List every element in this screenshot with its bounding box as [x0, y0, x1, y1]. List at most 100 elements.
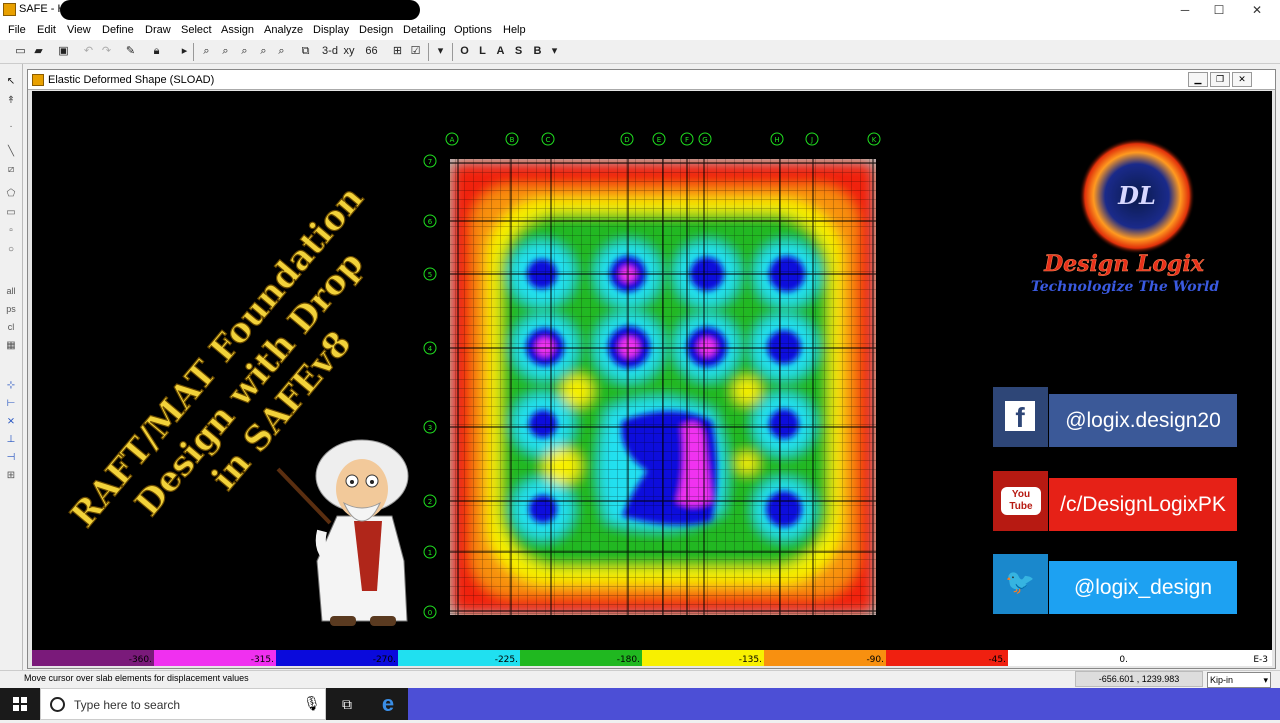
svg-text:3: 3 [428, 424, 432, 432]
draw-rect-icon[interactable]: ▭ [3, 205, 19, 220]
grid-bubble-row-4[interactable]: 4 [423, 341, 437, 355]
run-analysis-icon[interactable]: ▸ [176, 43, 193, 60]
menu-file[interactable]: File [8, 24, 26, 36]
grid-bubble-row-5[interactable]: 5 [423, 267, 437, 281]
select-grid-icon[interactable]: ▦ [3, 338, 19, 353]
grid-bubble-col-j[interactable]: J [805, 132, 819, 146]
snap-perpendicular-icon[interactable]: ⊥ [3, 432, 19, 447]
grid-bubble-col-k[interactable]: K [867, 132, 881, 146]
grid-bubble-row-2[interactable]: 2 [423, 494, 437, 508]
menu-design[interactable]: Design [359, 24, 393, 36]
grid-bubble-row-0[interactable]: 0 [423, 605, 437, 619]
edit-pencil-icon[interactable]: ✎ [122, 43, 139, 60]
menu-display[interactable]: Display [313, 24, 349, 36]
draw-beam-icon[interactable]: ⧄ [3, 162, 19, 177]
pointer-icon[interactable]: ↖ [3, 74, 19, 89]
select-all-icon[interactable]: all [3, 284, 19, 299]
menu-select[interactable]: Select [181, 24, 212, 36]
grid-bubble-row-7[interactable]: 7 [423, 154, 437, 168]
units-dropdown[interactable]: Kip-in ▾ [1207, 672, 1271, 688]
draw-area-icon[interactable]: ⬠ [3, 186, 19, 201]
draw-point-icon[interactable]: · [3, 119, 19, 134]
start-button[interactable] [0, 688, 40, 720]
pan-icon[interactable]: ⌕ [273, 43, 290, 60]
menu-help[interactable]: Help [503, 24, 526, 36]
search-icon [50, 697, 65, 712]
twitter-badge[interactable]: 🐦 @logix_design [993, 554, 1238, 614]
minimize-button[interactable]: ─ [1166, 0, 1204, 20]
check-icon[interactable]: ☑ [407, 43, 424, 60]
zoom-window-icon[interactable]: ⌕ [198, 43, 215, 60]
grid-bubble-col-b[interactable]: B [505, 132, 519, 146]
open-folder-icon[interactable]: ▰ [30, 43, 47, 60]
grid-bubble-col-g[interactable]: G [698, 132, 712, 146]
snap-points-icon[interactable]: ⊹ [3, 378, 19, 393]
subwindow-close-button[interactable]: ✕ [1232, 72, 1252, 87]
dropdown-arrow-icon[interactable]: ▾ [432, 43, 449, 60]
refresh-view-icon[interactable]: ⧉ [297, 43, 314, 60]
close-button[interactable]: ✕ [1238, 0, 1276, 20]
clear-selection-icon[interactable]: cl [3, 320, 19, 335]
grid-bubble-row-1[interactable]: 1 [423, 545, 437, 559]
new-file-icon[interactable]: ▭ [12, 43, 29, 60]
search-placeholder: Type here to search [74, 698, 181, 712]
save-icon[interactable]: ▣ [55, 43, 72, 60]
menu-assign[interactable]: Assign [221, 24, 254, 36]
taskbar-search-box[interactable]: Type here to search 🎙︎ [40, 688, 326, 720]
maximize-button[interactable]: ☐ [1200, 0, 1238, 20]
redo-icon[interactable]: ↷ [98, 43, 115, 60]
legend-tick-label: -180. [617, 655, 640, 665]
zoom-out-icon[interactable]: ⌕ [236, 43, 253, 60]
reshape-icon[interactable]: ↟ [3, 93, 19, 108]
youtube-badge[interactable]: You Tube /c/DesignLogixPK [993, 471, 1238, 531]
draw-circle-icon[interactable]: ○ [3, 242, 19, 257]
lock-icon[interactable]: 🔒︎ [148, 43, 165, 60]
grid-bubble-col-f[interactable]: F [680, 132, 694, 146]
zoom-previous-icon[interactable]: ⌕ [255, 43, 272, 60]
menu-options[interactable]: Options [454, 24, 492, 36]
menu-analyze[interactable]: Analyze [264, 24, 303, 36]
svg-text:K: K [872, 136, 877, 144]
model-canvas[interactable]: A B C D E F G H J K 7 6 5 4 3 2 1 0 RAFT… [32, 91, 1272, 651]
design-b-button[interactable]: B [529, 43, 546, 60]
menu-define[interactable]: Define [102, 24, 134, 36]
snap-fine-grid-icon[interactable]: ⊞ [3, 468, 19, 483]
design-s-button[interactable]: S [510, 43, 527, 60]
grid-bubble-col-h[interactable]: H [770, 132, 784, 146]
design-l-button[interactable]: L [474, 43, 491, 60]
youtube-handle: /c/DesignLogixPK [1049, 478, 1237, 531]
menu-edit[interactable]: Edit [37, 24, 56, 36]
grid-bubble-row-6[interactable]: 6 [423, 214, 437, 228]
menu-view[interactable]: View [67, 24, 91, 36]
subwindow-restore-button[interactable]: ❐ [1210, 72, 1230, 87]
svg-text:4: 4 [428, 345, 433, 353]
snap-lines-icon[interactable]: ⊣ [3, 450, 19, 465]
menu-detailing[interactable]: Detailing [403, 24, 446, 36]
contour-field [450, 159, 876, 615]
grid-bubble-col-a[interactable]: A [445, 132, 459, 146]
grid-bubble-col-e[interactable]: E [652, 132, 666, 146]
draw-slab-icon[interactable]: ▫ [3, 223, 19, 238]
view-xy-button[interactable]: xy [341, 43, 357, 60]
select-previous-icon[interactable]: ps [3, 302, 19, 317]
zoom-in-icon[interactable]: ⌕ [217, 43, 234, 60]
grid-bubble-row-3[interactable]: 3 [423, 420, 437, 434]
facebook-badge[interactable]: f @logix.design20 [993, 387, 1238, 447]
design-a-button[interactable]: A [492, 43, 509, 60]
grid-bubble-col-c[interactable]: C [541, 132, 555, 146]
object-shrink-icon[interactable]: ⊞ [389, 43, 406, 60]
more-dropdown-icon[interactable]: ▾ [546, 43, 563, 60]
menu-draw[interactable]: Draw [145, 24, 171, 36]
draw-line-icon[interactable]: ╲ [3, 144, 19, 159]
undo-icon[interactable]: ↶ [80, 43, 97, 60]
snap-ends-icon[interactable]: ⊢ [3, 396, 19, 411]
task-view-icon[interactable]: ⧉ [326, 688, 368, 720]
edge-browser-icon[interactable]: e [368, 688, 408, 720]
grid-bubble-col-d[interactable]: D [620, 132, 634, 146]
view-3d-button[interactable]: 3-d [320, 43, 340, 60]
design-o-button[interactable]: O [456, 43, 473, 60]
snap-intersections-icon[interactable]: ⨯ [3, 414, 19, 429]
subwindow-minimize-button[interactable]: ▁ [1188, 72, 1208, 87]
microphone-icon[interactable]: 🎙︎ [303, 695, 321, 712]
perspective-icon[interactable]: 66 [363, 43, 380, 60]
